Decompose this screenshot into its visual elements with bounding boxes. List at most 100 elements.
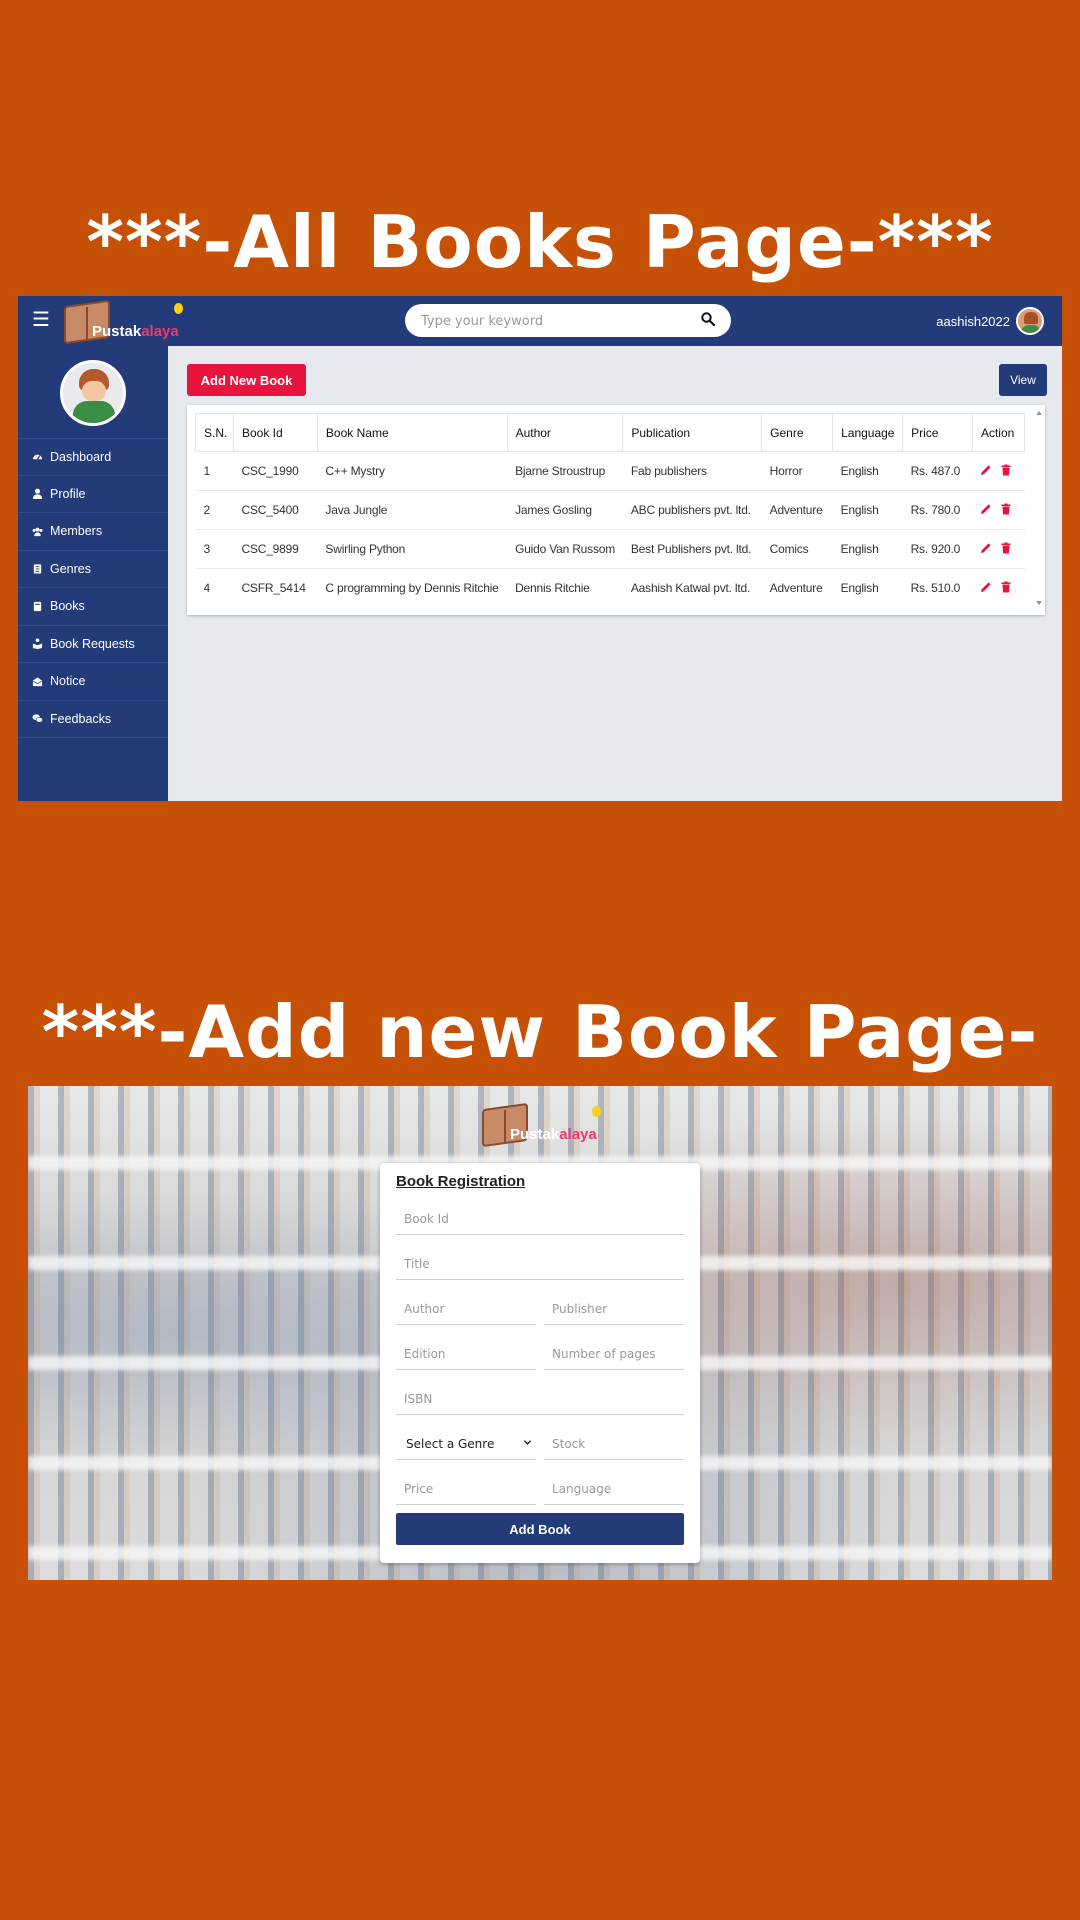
cell-book-name: Swirling Python xyxy=(317,529,508,569)
edit-pencil-icon[interactable] xyxy=(980,503,992,515)
sidebar-item-profile[interactable]: Profile xyxy=(18,476,168,513)
chevron-down-icon xyxy=(523,1440,532,1445)
cell-genre: Horror xyxy=(761,451,833,491)
cell-language: English xyxy=(832,529,903,569)
user-icon xyxy=(32,488,43,500)
lightbulb-icon xyxy=(592,1106,601,1117)
cell-price: Rs. 510.0 xyxy=(902,568,973,608)
delete-trash-icon[interactable] xyxy=(1000,464,1012,476)
edit-pencil-icon[interactable] xyxy=(980,542,992,554)
col-header-language[interactable]: Language xyxy=(832,413,904,452)
isbn-field[interactable] xyxy=(396,1383,684,1415)
edit-pencil-icon[interactable] xyxy=(980,581,992,593)
cell-sn: 4 xyxy=(195,568,234,608)
cell-author: Dennis Ritchie xyxy=(507,568,623,608)
cell-genre: Adventure xyxy=(761,568,833,608)
scroll-up-arrow-icon[interactable] xyxy=(1036,411,1042,415)
clipboard-icon xyxy=(33,564,42,574)
cell-book-name: Java Jungle xyxy=(317,490,508,530)
scroll-down-arrow-icon[interactable] xyxy=(1036,601,1042,605)
cell-author: Guido Van Russom xyxy=(507,529,623,569)
sidebar-menu: Dashboard Profile Members Genres Books B… xyxy=(18,438,168,738)
user-avatar[interactable] xyxy=(1016,307,1044,335)
cell-action xyxy=(972,529,1025,569)
col-header-genre[interactable]: Genre xyxy=(761,413,834,452)
logo-text-primary: Pustak xyxy=(92,323,142,340)
delete-trash-icon[interactable] xyxy=(1000,503,1012,515)
language-field[interactable] xyxy=(544,1473,684,1505)
sidebar-item-dashboard[interactable]: Dashboard xyxy=(18,438,168,476)
sidebar-item-label: Dashboard xyxy=(50,449,112,464)
col-header-author[interactable]: Author xyxy=(506,413,624,452)
sidebar-item-label: Genres xyxy=(50,561,91,576)
table-row: 4 CSFR_5414 C programming by Dennis Ritc… xyxy=(195,568,1025,608)
sidebar-item-books[interactable]: Books xyxy=(18,588,168,626)
cell-price: Rs. 780.0 xyxy=(902,490,973,530)
cell-language: English xyxy=(832,568,903,608)
username: aashish2022 xyxy=(936,313,1010,329)
col-header-book-id[interactable]: Book Id xyxy=(232,413,318,452)
cell-price: Rs. 487.0 xyxy=(902,451,973,491)
price-field[interactable] xyxy=(396,1473,536,1505)
stock-field[interactable] xyxy=(544,1428,684,1460)
title-field[interactable] xyxy=(396,1248,684,1280)
cell-sn: 2 xyxy=(195,490,234,530)
table-scrollbar[interactable] xyxy=(1035,409,1043,607)
cell-publication: Aashish Katwal pvt. ltd. xyxy=(622,568,762,608)
cell-publication: Best Publishers pvt. ltd. xyxy=(622,529,762,569)
col-header-sn[interactable]: S.N. xyxy=(195,413,234,452)
all-books-page: ☰ Pustakalaya aashish2022 Dashboard Prof… xyxy=(18,296,1062,801)
search-input[interactable] xyxy=(421,311,691,331)
col-header-price[interactable]: Price xyxy=(902,413,973,452)
col-header-action: Action xyxy=(971,413,1026,452)
book-reader-icon xyxy=(32,638,43,650)
publisher-field[interactable] xyxy=(544,1293,684,1325)
genre-select-value: Select a Genre xyxy=(406,1436,495,1451)
cell-book-name: C programming by Dennis Ritchie xyxy=(317,568,508,608)
all-books-banner-title: ***-All Books Page-*** xyxy=(86,200,994,284)
sidebar-item-book-requests[interactable]: Book Requests xyxy=(18,626,168,663)
book-icon xyxy=(33,601,42,611)
cell-action xyxy=(972,568,1025,608)
cell-book-name: C++ Mystry xyxy=(317,451,508,491)
search-icon[interactable] xyxy=(701,312,715,326)
book-id-field[interactable] xyxy=(396,1203,684,1235)
edition-field[interactable] xyxy=(396,1338,536,1370)
delete-trash-icon[interactable] xyxy=(1000,581,1012,593)
table-row: 2 CSC_5400 Java Jungle James Gosling ABC… xyxy=(195,490,1025,530)
sidebar-item-genres[interactable]: Genres xyxy=(18,551,168,588)
sidebar-item-label: Profile xyxy=(50,486,86,501)
sidebar-item-feedbacks[interactable]: Feedbacks xyxy=(18,701,168,738)
cell-action xyxy=(972,451,1025,491)
cell-publication: Fab publishers xyxy=(622,451,762,491)
sidebar-item-notice[interactable]: Notice xyxy=(18,663,168,701)
app-logo[interactable]: Pustakalaya xyxy=(64,299,194,345)
sidebar-item-members[interactable]: Members xyxy=(18,513,168,551)
cell-author: Bjarne Stroustrup xyxy=(507,451,623,491)
genre-select[interactable]: Select a Genre xyxy=(396,1428,536,1460)
add-new-book-button[interactable]: Add New Book xyxy=(187,364,306,396)
books-table-card: S.N. Book Id Book Name Author Publicatio… xyxy=(187,405,1045,615)
lightbulb-icon xyxy=(174,303,183,314)
profile-avatar xyxy=(60,360,126,426)
view-button[interactable]: View xyxy=(999,364,1047,396)
hamburger-menu-icon[interactable]: ☰ xyxy=(32,310,50,330)
cell-book-id: CSC_1990 xyxy=(233,451,318,491)
add-book-button[interactable]: Add Book xyxy=(396,1513,684,1545)
col-header-publication[interactable]: Publication xyxy=(622,413,763,452)
sidebar-item-label: Books xyxy=(50,599,85,614)
delete-trash-icon[interactable] xyxy=(1000,542,1012,554)
logo-text-accent: alaya xyxy=(559,1126,597,1143)
cell-language: English xyxy=(832,451,903,491)
user-menu[interactable]: aashish2022 xyxy=(936,306,1044,336)
cell-publication: ABC publishers pvt. ltd. xyxy=(622,490,762,530)
users-icon xyxy=(32,527,43,536)
cell-book-id: CSC_9899 xyxy=(233,529,318,569)
app-logo: Pustakalaya xyxy=(482,1102,612,1148)
edit-pencil-icon[interactable] xyxy=(980,464,992,476)
author-field[interactable] xyxy=(396,1293,536,1325)
col-header-book-name[interactable]: Book Name xyxy=(316,413,508,452)
cell-language: English xyxy=(832,490,903,530)
number-of-pages-field[interactable] xyxy=(544,1338,684,1370)
cell-book-id: CSC_5400 xyxy=(233,490,318,530)
